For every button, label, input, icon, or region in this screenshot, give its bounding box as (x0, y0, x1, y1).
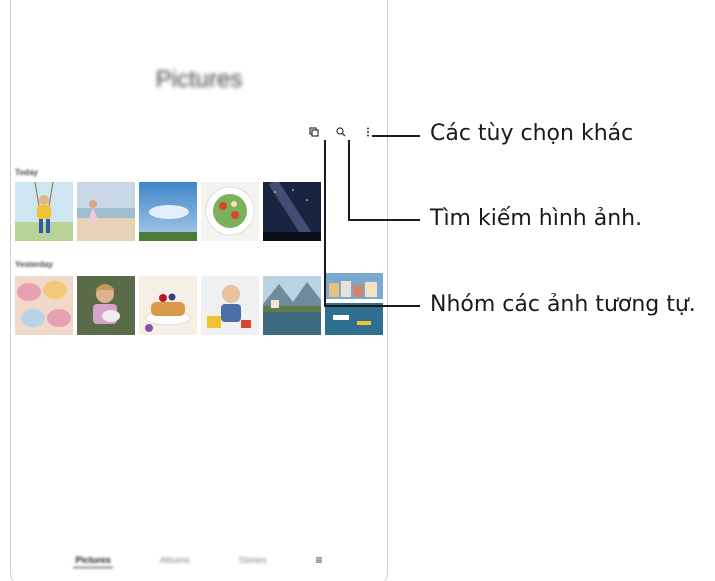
photo-sky-landscape[interactable] (139, 182, 197, 241)
photo-girl-on-beach[interactable] (77, 182, 135, 241)
tab-stories[interactable]: Stories (239, 555, 267, 565)
photo-lake-village[interactable] (263, 276, 321, 335)
photo-row-today (15, 182, 321, 241)
callout-search: Tìm kiếm hình ảnh. (430, 206, 643, 231)
photo-grouped-coastal-town[interactable] (325, 269, 383, 335)
callout-line-search-horizontal (348, 219, 420, 221)
callout-line-more-options (372, 135, 420, 137)
gallery-app-screen: Pictures Today Yesterday Pictures Albums… (10, 0, 388, 581)
photo-night-sky[interactable] (263, 182, 321, 241)
section-label-yesterday: Yesterday (15, 260, 53, 269)
menu-icon[interactable]: ≡ (316, 553, 323, 567)
callout-group-similar: Nhóm các ảnh tương tự. (430, 292, 696, 317)
bottom-navigation: Pictures Albums Stories ≡ (11, 548, 387, 572)
tab-pictures[interactable]: Pictures (73, 555, 113, 568)
app-title: Pictures (155, 66, 243, 93)
photo-pancakes[interactable] (139, 276, 197, 335)
gallery-toolbar (309, 126, 373, 138)
photo-salad-plate[interactable] (201, 182, 259, 241)
callout-line-group-horizontal (324, 305, 420, 307)
tab-albums[interactable]: Albums (160, 555, 190, 565)
callout-line-search-vertical (348, 140, 350, 220)
photo-macarons[interactable] (15, 276, 73, 335)
screenshot-stage: Pictures Today Yesterday Pictures Albums… (0, 0, 715, 581)
section-label-today: Today (15, 168, 38, 177)
callout-line-group-vertical (324, 140, 326, 306)
photo-boy-on-swing[interactable] (15, 182, 73, 241)
photo-baby-with-toy[interactable] (201, 276, 259, 335)
photo-girl-with-cat[interactable] (77, 276, 135, 335)
search-icon[interactable] (336, 126, 346, 138)
callout-more-options: Các tùy chọn khác (430, 121, 634, 146)
group-similar-icon[interactable] (309, 126, 319, 138)
